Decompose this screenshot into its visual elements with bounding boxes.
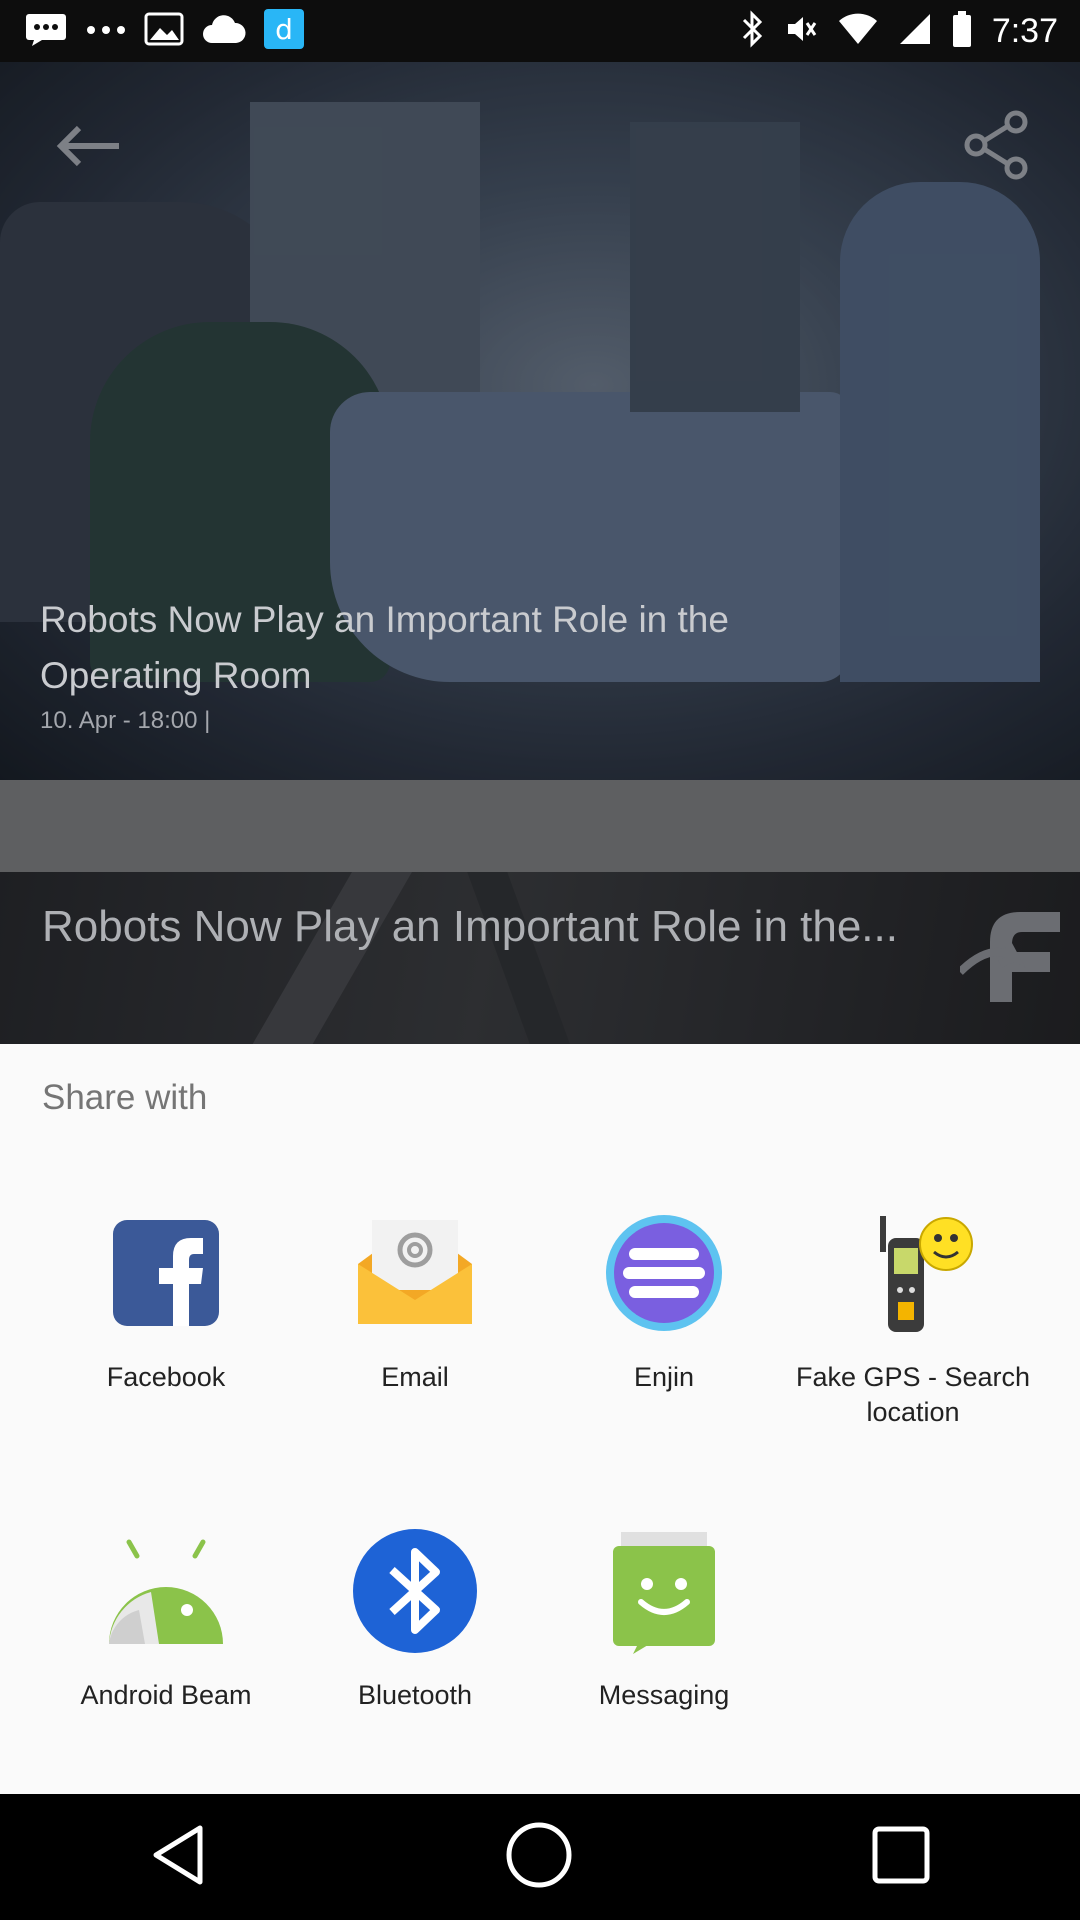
- dictionary-app-icon: d: [264, 8, 304, 54]
- fake-gps-icon: [880, 1216, 973, 1332]
- share-target-android-beam[interactable]: Android Beam: [41, 1526, 291, 1713]
- share-target-label: Fake GPS - Search location: [795, 1362, 1031, 1427]
- article-hero-image: Robots Now Play an Important Role in the…: [0, 62, 1080, 780]
- mute-icon: [784, 12, 818, 51]
- divider-strip: [0, 780, 1080, 872]
- share-target-email[interactable]: Email: [290, 1208, 540, 1395]
- brand-logo-icon: [957, 902, 1070, 1017]
- message-icon: [24, 12, 68, 51]
- photo-icon: [144, 12, 184, 51]
- share-sheet: Share with Facebook Email Enjin Fake GPS…: [0, 1044, 1080, 1794]
- facebook-icon: [113, 1220, 219, 1326]
- share-target-facebook[interactable]: Facebook: [41, 1208, 291, 1395]
- share-target-label: Android Beam: [80, 1680, 252, 1710]
- wifi-icon: [838, 13, 878, 50]
- article-meta: 10. Apr - 18:00 |: [40, 707, 211, 734]
- banner-title: Robots Now Play an Important Role in the…: [42, 902, 898, 951]
- messaging-icon: [613, 1532, 715, 1654]
- share-target-label: Bluetooth: [357, 1680, 473, 1710]
- email-icon: [358, 1220, 472, 1324]
- bluetooth-icon: [353, 1529, 477, 1653]
- enjin-icon: [606, 1215, 722, 1331]
- share-icon[interactable]: [964, 110, 1030, 185]
- share-target-label: Messaging: [598, 1680, 730, 1710]
- share-sheet-title: Share with: [42, 1078, 208, 1117]
- share-target-messaging[interactable]: Messaging: [539, 1526, 789, 1713]
- android-beam-icon: [109, 1539, 223, 1644]
- signal-icon: [898, 12, 932, 51]
- back-icon[interactable]: [148, 1822, 208, 1893]
- share-target-enjin[interactable]: Enjin: [539, 1208, 789, 1395]
- share-target-label: Email: [381, 1362, 449, 1392]
- article-title: Robots Now Play an Important Role in the…: [40, 599, 729, 696]
- share-target-label: Enjin: [633, 1362, 695, 1392]
- share-target-label: Facebook: [106, 1362, 226, 1392]
- cloud-icon: [202, 13, 246, 50]
- share-target-bluetooth[interactable]: Bluetooth: [290, 1526, 540, 1713]
- svg-text:d: d: [275, 13, 293, 46]
- home-icon[interactable]: [504, 1820, 574, 1895]
- recents-icon[interactable]: [870, 1824, 932, 1891]
- status-bar: d 7:37: [0, 0, 1080, 62]
- related-article-banner: Robots Now Play an Important Role in the…: [0, 872, 1080, 1044]
- bluetooth-icon: [740, 9, 764, 53]
- navigation-bar: [0, 1794, 1080, 1920]
- battery-icon: [952, 10, 972, 52]
- share-target-fake-gps[interactable]: Fake GPS - Search location: [788, 1208, 1038, 1430]
- status-time: 7:37: [991, 11, 1058, 50]
- more-dots-icon: [86, 22, 126, 40]
- back-arrow-icon[interactable]: [55, 124, 121, 173]
